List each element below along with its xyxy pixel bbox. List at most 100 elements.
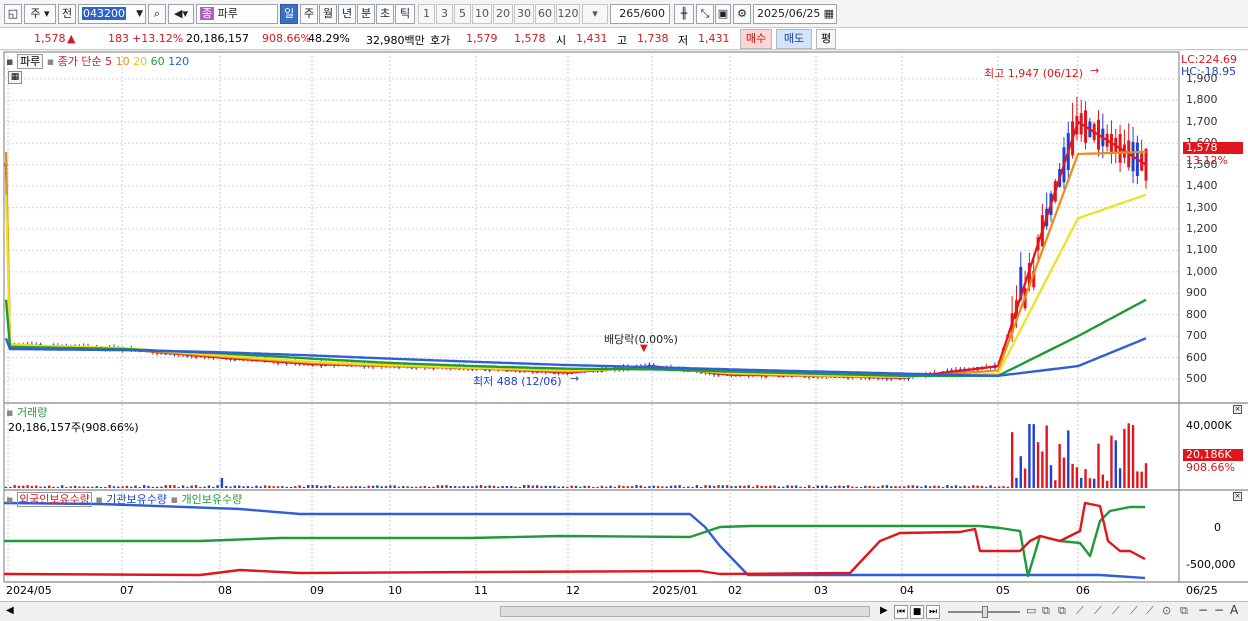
stock-name-field[interactable]: 종 파루 [196,4,278,24]
volume-bar [695,485,699,488]
volume-bar [712,486,716,488]
interval-120[interactable]: 120 [556,4,580,24]
close-icon[interactable]: × [1233,492,1242,501]
buy-button[interactable]: 매수 [740,29,772,49]
chart-area[interactable]: ▪ 파루 ▪ 종가 단순 5 10 20 60 120 ▦ LC:224.69 … [0,51,1248,601]
chart-canvas[interactable] [0,51,1248,601]
period-week[interactable]: 주 [300,4,318,24]
dropdown-arrow-icon: ▾ [592,7,598,20]
holding-legend: ▪ 외국인보유수량 ▪ 기관보유수량 ▪ 개인보유수량 [6,491,242,507]
calendar-icon[interactable]: ▦ [824,5,834,23]
zoom-in-icon[interactable]: − [1214,603,1224,617]
period-day[interactable]: 일 [280,4,298,24]
gear-icon[interactable]: ⚙ [733,4,751,24]
volume-bar [851,486,854,488]
chart-type-icon[interactable]: ◱ [4,4,22,24]
zoom-out-icon[interactable]: − [1198,603,1208,617]
interval-10[interactable]: 10 [472,4,492,24]
scroll-right-icon[interactable]: ▶ [880,605,888,616]
volume-bar [1114,440,1117,488]
volume-bar [527,485,530,488]
interval-select[interactable]: ▾ [582,4,608,24]
volume-bar [497,486,500,488]
legend-institution: 기관보유수량 [106,493,168,506]
volume-bar [212,486,215,488]
price-legend: ▪ 파루 ▪ 종가 단순 5 10 20 60 120 [6,53,189,69]
volume-bar [946,485,949,488]
interval-3[interactable]: 3 [436,4,453,24]
volume-bar [980,485,984,488]
volume-bar [756,485,759,488]
search-icon[interactable]: ⌕ [148,4,166,24]
volume-bar [501,485,504,488]
volume-bar [829,486,832,488]
layout-icon[interactable]: ⧉ [1058,604,1066,618]
interval-60[interactable]: 60 [535,4,555,24]
scroll-left-icon[interactable]: ◀ [6,605,14,616]
period-month[interactable]: 월 [319,4,337,24]
volume-bar [738,485,742,488]
save-icon[interactable]: ▣ [715,4,731,24]
first-icon[interactable]: ⏮ [894,605,908,619]
period-second[interactable]: 초 [376,4,394,24]
layout-icon[interactable]: ⧉ [1042,604,1050,618]
draw-icon[interactable]: ⟋ [1112,604,1120,618]
stop-icon[interactable]: ■ [910,605,924,619]
market-type-select[interactable]: 주 ▾ [24,4,56,24]
last-icon[interactable]: ⏭ [926,605,940,619]
text-size-icon[interactable]: A [1230,603,1238,617]
draw-icon[interactable]: ⟋ [1094,604,1102,618]
legend-foreign[interactable]: 외국인보유수량 [16,492,92,507]
candle-icon[interactable]: ╫ [674,4,694,24]
copy-icon[interactable]: ⧉ [1180,604,1188,618]
volume-bar [1080,477,1083,488]
prev-button[interactable]: 전 [58,4,76,24]
volume-bar [358,486,362,488]
volume-bar [199,486,202,488]
volume-bar [415,486,418,488]
interval-5[interactable]: 5 [454,4,471,24]
volume-bar [1097,443,1100,488]
volume-bar [229,486,232,488]
volume-bar [1028,424,1031,488]
open-label: 시 [556,34,567,47]
interval-1[interactable]: 1 [418,4,435,24]
period-minute[interactable]: 분 [357,4,375,24]
zoom-handle[interactable] [982,606,988,618]
close-icon[interactable]: × [1233,405,1242,414]
sell-button[interactable]: 매도 [776,29,812,49]
volume-bar [769,485,772,488]
volume-bar [941,486,945,488]
period-year[interactable]: 년 [338,4,356,24]
stock-code-input[interactable]: 043200 ▼ [78,4,146,24]
crosshair-icon[interactable]: ⤡ [696,4,714,24]
interval-30[interactable]: 30 [514,4,534,24]
volume-bar [846,485,850,488]
layout-icon[interactable]: ▭ [1026,604,1036,617]
speaker-icon[interactable]: ◀▾ [168,4,194,24]
eval-button[interactable]: 평 [816,29,836,49]
volume-bar [1015,477,1018,488]
legend-stock-name[interactable]: 파루 [16,54,44,69]
volume-bar [868,486,871,488]
stock-name: 파루 [217,7,238,20]
scrollbar-thumb[interactable] [500,606,870,617]
date-field[interactable]: 2025/06/25 ▦ [753,4,837,24]
volume-bar [898,486,902,488]
volume-bar [592,486,595,488]
stock-badge: 종 [200,7,215,20]
table-icon[interactable]: ▦ [8,71,22,84]
price-tick: 1,800 [1186,93,1218,107]
volume-bar [281,486,284,488]
interval-20[interactable]: 20 [493,4,513,24]
legend-ma10: 10 [115,55,130,68]
period-tick[interactable]: 틱 [395,4,415,24]
draw-icon[interactable]: ⟋ [1076,604,1084,618]
volume-bar [561,486,565,488]
stock-code-value: 043200 [82,7,126,20]
volume-bar [777,486,781,488]
camera-icon[interactable]: ⊙ [1162,604,1171,617]
draw-icon[interactable]: ⟋ [1146,604,1154,618]
draw-icon[interactable]: ⟋ [1130,604,1138,618]
count-field[interactable]: 265/600 [610,4,670,24]
